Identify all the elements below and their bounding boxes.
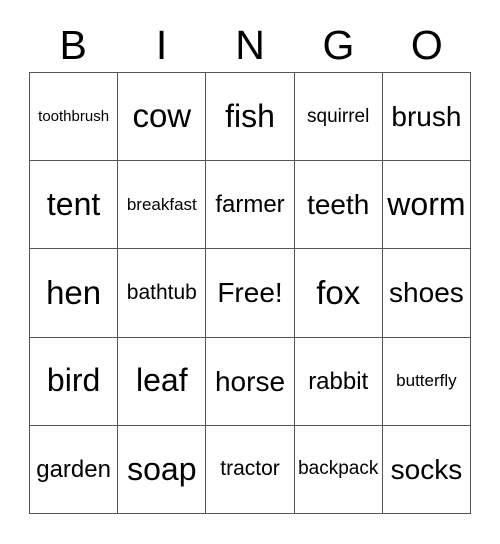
bingo-cell-label: breakfast <box>126 194 197 214</box>
bingo-cell[interactable]: socks <box>382 425 472 515</box>
bingo-cell-label: socks <box>390 453 463 485</box>
bingo-cell[interactable]: tent <box>30 161 119 250</box>
bingo-row: toothbrush cow fish squirrel brush <box>30 73 472 162</box>
bingo-card: B I N G O toothbrush cow fish squirrel b… <box>0 0 500 544</box>
bingo-cell[interactable]: leaf <box>118 337 207 426</box>
bingo-cell[interactable]: toothbrush <box>30 73 119 162</box>
bingo-cell-label: bird <box>46 362 101 399</box>
bingo-row: bird leaf horse rabbit butterfly <box>30 337 472 426</box>
bingo-cell[interactable]: cow <box>118 73 207 162</box>
bingo-cell[interactable]: hen <box>30 249 119 338</box>
bingo-row: garden soap tractor backpack socks <box>30 425 472 515</box>
header-letter-g: G <box>322 21 355 68</box>
bingo-cell-label: soap <box>127 450 197 487</box>
bingo-cell[interactable]: butterfly <box>382 337 472 426</box>
bingo-row: hen bathtub Free! fox shoes <box>30 249 472 338</box>
bingo-cell-label: shoes <box>389 277 464 309</box>
bingo-cell-label: horse <box>214 365 286 397</box>
bingo-grid: toothbrush cow fish squirrel brush tent … <box>29 72 472 515</box>
bingo-cell-label: brush <box>391 100 462 132</box>
header-letter-n: N <box>235 21 265 68</box>
bingo-cell-label: garden <box>36 455 111 483</box>
bingo-cell-label: fox <box>316 273 361 311</box>
bingo-cell[interactable]: bird <box>30 337 119 426</box>
bingo-cell-label: hen <box>46 273 102 311</box>
header-letter-o: O <box>410 21 443 68</box>
bingo-cell[interactable]: fish <box>206 73 295 162</box>
bingo-cell-label: leaf <box>136 362 188 399</box>
bingo-cell[interactable]: shoes <box>382 249 472 338</box>
bingo-cell-free[interactable]: Free! <box>206 249 295 338</box>
bingo-cell-label: tractor <box>220 457 280 481</box>
bingo-cell[interactable]: breakfast <box>118 161 207 250</box>
bingo-cell-label: toothbrush <box>38 107 110 125</box>
header-letter-b: B <box>59 21 87 68</box>
bingo-cell-label: rabbit <box>308 367 369 395</box>
bingo-cell-label: farmer <box>215 191 285 219</box>
bingo-cell-label: teeth <box>307 189 370 221</box>
bingo-cell-label: butterfly <box>396 371 457 391</box>
bingo-cell-label: tent <box>46 186 101 222</box>
bingo-cell[interactable]: rabbit <box>294 337 383 426</box>
bingo-cell-label: Free! <box>217 277 283 309</box>
bingo-cell[interactable]: bathtub <box>118 249 207 338</box>
bingo-cell-label: worm <box>387 186 466 222</box>
bingo-cell[interactable]: worm <box>382 161 472 250</box>
bingo-header-row: B I N G O <box>29 18 471 72</box>
bingo-cell[interactable]: squirrel <box>294 73 383 162</box>
bingo-row: tent breakfast farmer teeth worm <box>30 161 472 250</box>
bingo-cell-label: cow <box>132 97 192 135</box>
bingo-cell[interactable]: farmer <box>206 161 295 250</box>
bingo-cell[interactable]: soap <box>118 425 207 515</box>
bingo-cell[interactable]: fox <box>294 249 383 338</box>
bingo-cell[interactable]: brush <box>382 73 472 162</box>
bingo-cell[interactable]: garden <box>30 425 119 515</box>
bingo-cell-label: backpack <box>298 458 379 480</box>
bingo-cell-label: squirrel <box>307 105 370 127</box>
bingo-cell-label: bathtub <box>126 280 197 304</box>
bingo-cell[interactable]: tractor <box>206 425 295 515</box>
bingo-cell[interactable]: backpack <box>294 425 383 515</box>
bingo-cell[interactable]: horse <box>206 337 295 426</box>
header-letter-i: I <box>155 21 168 68</box>
bingo-cell[interactable]: teeth <box>294 161 383 250</box>
bingo-cell-label: fish <box>225 97 275 134</box>
